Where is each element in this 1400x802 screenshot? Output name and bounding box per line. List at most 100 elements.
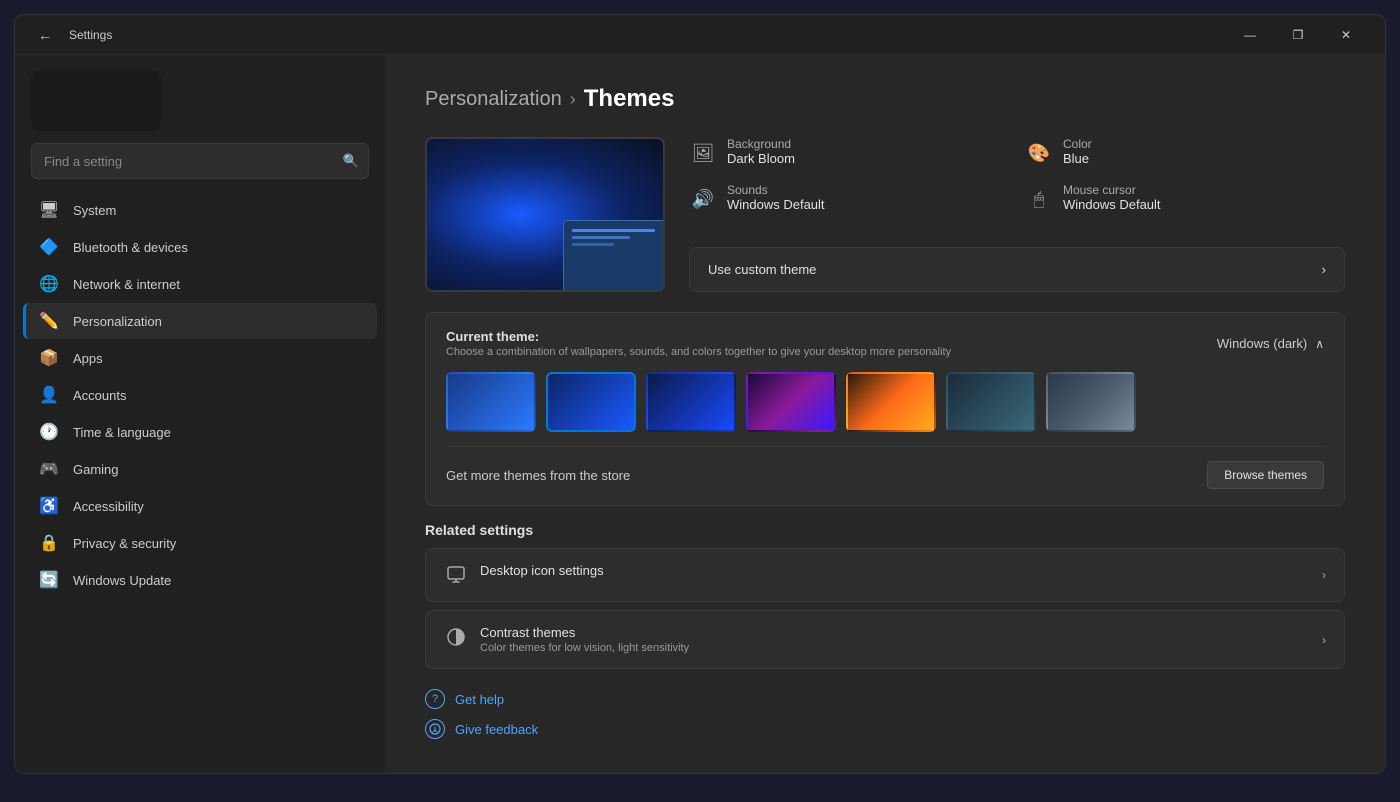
- titlebar: ← Settings — ❐ ✕: [15, 15, 1385, 55]
- sidebar-item-update[interactable]: 🔄 Windows Update: [23, 562, 377, 598]
- sidebar-item-label-bluetooth: Bluetooth & devices: [73, 240, 188, 255]
- footer-links: ? Get help Give feedback: [425, 689, 1345, 739]
- sidebar-item-gaming[interactable]: 🎮 Gaming: [23, 451, 377, 487]
- theme-thumbnail-7[interactable]: [1046, 372, 1136, 432]
- sounds-icon: 🔊: [689, 185, 717, 213]
- background-setting: 🖼 Background Dark Bloom: [689, 137, 1009, 167]
- contrast-themes-icon: [444, 625, 468, 649]
- current-theme-name[interactable]: Windows (dark) ∧: [1217, 336, 1324, 351]
- sidebar-item-label-personalization: Personalization: [73, 314, 162, 329]
- user-profile: [31, 71, 369, 131]
- color-label: Color: [1063, 137, 1092, 151]
- give-feedback-label: Give feedback: [455, 722, 538, 737]
- breadcrumb-current: Themes: [584, 85, 675, 113]
- use-custom-theme-button[interactable]: Use custom theme ›: [689, 247, 1345, 292]
- related-settings-title: Related settings: [425, 522, 1345, 538]
- sidebar-item-label-accounts: Accounts: [73, 388, 126, 403]
- current-theme-title: Current theme:: [446, 329, 951, 344]
- sidebar: 🔍 🖥 System 🔷 Bluetooth & devices 🌐 Netwo…: [15, 55, 385, 773]
- system-icon: 🖥: [39, 200, 59, 220]
- browse-themes-button[interactable]: Browse themes: [1207, 461, 1324, 489]
- sidebar-item-label-time: Time & language: [73, 425, 171, 440]
- theme-thumbnail-4[interactable]: [746, 372, 836, 432]
- minimize-button[interactable]: —: [1227, 19, 1273, 51]
- active-theme-name: Windows (dark): [1217, 336, 1307, 351]
- sidebar-item-label-accessibility: Accessibility: [73, 499, 144, 514]
- chevron-right-icon: ›: [1322, 262, 1326, 277]
- contrast-themes-description: Color themes for low vision, light sensi…: [480, 642, 689, 654]
- theme-thumbnail-6[interactable]: [946, 372, 1036, 432]
- color-setting: 🎨 Color Blue: [1025, 137, 1345, 167]
- related-settings-section: Related settings Desktop icon settings: [425, 522, 1345, 669]
- chevron-up-icon: ∧: [1315, 337, 1324, 351]
- sidebar-item-network[interactable]: 🌐 Network & internet: [23, 266, 377, 302]
- sidebar-item-label-update: Windows Update: [73, 573, 171, 588]
- settings-window: ← Settings — ❐ ✕ 🔍 🖥 System: [14, 14, 1386, 774]
- color-icon: 🎨: [1025, 139, 1053, 167]
- network-icon: 🌐: [39, 274, 59, 294]
- sidebar-item-personalization[interactable]: ✏️ Personalization: [23, 303, 377, 339]
- mouse-icon: 🖱: [1025, 185, 1053, 213]
- sidebar-item-system[interactable]: 🖥 System: [23, 192, 377, 228]
- chevron-right-icon: ›: [1322, 568, 1326, 582]
- sidebar-item-label-apps: Apps: [73, 351, 103, 366]
- themes-grid: [446, 372, 1324, 432]
- get-help-link[interactable]: ? Get help: [425, 689, 1345, 709]
- time-icon: 🕐: [39, 422, 59, 442]
- accounts-icon: 👤: [39, 385, 59, 405]
- desktop-icon-settings-label: Desktop icon settings: [480, 563, 604, 578]
- desktop-icon-settings-item[interactable]: Desktop icon settings ›: [425, 548, 1345, 602]
- sidebar-item-apps[interactable]: 📦 Apps: [23, 340, 377, 376]
- contrast-themes-label: Contrast themes: [480, 625, 689, 640]
- avatar: [31, 71, 161, 131]
- sounds-setting: 🔊 Sounds Windows Default: [689, 183, 1009, 213]
- window-content: 🔍 🖥 System 🔷 Bluetooth & devices 🌐 Netwo…: [15, 55, 1385, 773]
- update-icon: 🔄: [39, 570, 59, 590]
- use-custom-theme-label: Use custom theme: [708, 262, 816, 277]
- back-button[interactable]: ←: [31, 21, 59, 49]
- sidebar-item-privacy[interactable]: 🔒 Privacy & security: [23, 525, 377, 561]
- theme-thumbnail-1[interactable]: [446, 372, 536, 432]
- close-button[interactable]: ✕: [1323, 19, 1369, 51]
- breadcrumb-parent[interactable]: Personalization: [425, 88, 562, 111]
- give-feedback-link[interactable]: Give feedback: [425, 719, 1345, 739]
- color-value: Blue: [1063, 151, 1092, 166]
- get-more-section: Get more themes from the store Browse th…: [446, 446, 1324, 489]
- current-theme-header: Current theme: Choose a combination of w…: [446, 329, 1324, 358]
- sidebar-nav: 🖥 System 🔷 Bluetooth & devices 🌐 Network…: [15, 191, 385, 599]
- help-icon: ?: [425, 689, 445, 709]
- search-input[interactable]: [31, 143, 369, 179]
- search-box: 🔍: [31, 143, 369, 179]
- maximize-button[interactable]: ❐: [1275, 19, 1321, 51]
- theme-thumbnail-2[interactable]: [546, 372, 636, 432]
- sounds-value: Windows Default: [727, 197, 825, 212]
- current-theme-description: Choose a combination of wallpapers, soun…: [446, 346, 951, 358]
- sidebar-item-accessibility[interactable]: ♿ Accessibility: [23, 488, 377, 524]
- personalization-icon: ✏️: [39, 311, 59, 331]
- theme-settings-grid: 🖼 Background Dark Bloom 🎨 Color Blue: [689, 137, 1345, 227]
- sidebar-item-time[interactable]: 🕐 Time & language: [23, 414, 377, 450]
- theme-thumbnail-5[interactable]: [846, 372, 936, 432]
- gaming-icon: 🎮: [39, 459, 59, 479]
- sounds-label: Sounds: [727, 183, 825, 197]
- sidebar-item-label-system: System: [73, 203, 116, 218]
- breadcrumb: Personalization › Themes: [425, 85, 1345, 113]
- sidebar-item-label-network: Network & internet: [73, 277, 180, 292]
- search-icon: 🔍: [343, 153, 359, 169]
- current-theme-section: Current theme: Choose a combination of w…: [425, 312, 1345, 506]
- theme-thumbnail-3[interactable]: [646, 372, 736, 432]
- background-label: Background: [727, 137, 795, 151]
- get-more-text: Get more themes from the store: [446, 468, 630, 483]
- background-icon: 🖼: [689, 139, 717, 167]
- apps-icon: 📦: [39, 348, 59, 368]
- theme-preview-image: [425, 137, 665, 292]
- sidebar-item-accounts[interactable]: 👤 Accounts: [23, 377, 377, 413]
- sidebar-item-bluetooth[interactable]: 🔷 Bluetooth & devices: [23, 229, 377, 265]
- contrast-themes-item[interactable]: Contrast themes Color themes for low vis…: [425, 610, 1345, 669]
- mouse-value: Windows Default: [1063, 197, 1161, 212]
- chevron-right-icon: ›: [1322, 633, 1326, 647]
- privacy-icon: 🔒: [39, 533, 59, 553]
- main-content: Personalization › Themes: [385, 55, 1385, 773]
- window-controls: — ❐ ✕: [1227, 19, 1369, 51]
- desktop-icon-settings-icon: [444, 563, 468, 587]
